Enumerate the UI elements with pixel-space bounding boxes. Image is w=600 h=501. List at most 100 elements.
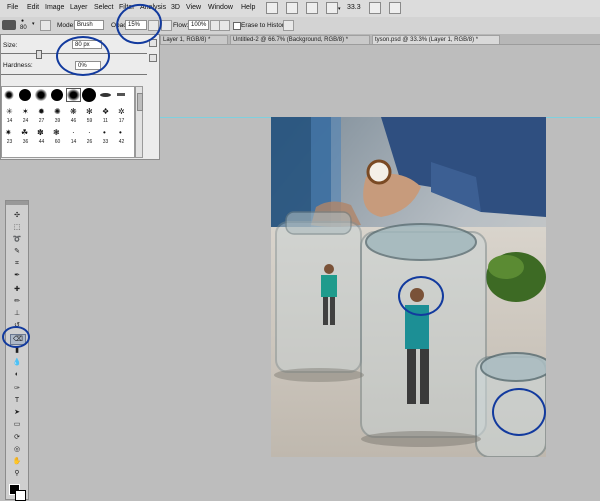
- brush-size-label: 44: [38, 139, 45, 145]
- healing-brush-tool-icon[interactable]: ✚: [10, 285, 24, 294]
- annotation-circle-size: [56, 36, 110, 76]
- brush-size-label: 27: [38, 118, 45, 124]
- clone-stamp-tool-icon[interactable]: ⊥: [10, 309, 24, 318]
- brush-preset-19[interactable]: ✽: [34, 125, 49, 139]
- tablet-pressure-icon[interactable]: [283, 20, 294, 31]
- brush-size-label: 14: [70, 139, 77, 145]
- screen-mode-icon[interactable]: [389, 2, 401, 14]
- zoom-level[interactable]: 33.3: [347, 4, 361, 11]
- brush-preset-23[interactable]: •: [98, 125, 113, 139]
- lasso-tool-icon[interactable]: ➰: [10, 235, 24, 244]
- brush-preset-17[interactable]: ✷: [2, 125, 17, 139]
- flow-field[interactable]: 100%: [188, 20, 209, 30]
- guides-icon[interactable]: [306, 2, 318, 14]
- brush-preset-2[interactable]: [18, 88, 33, 102]
- mini-bridge-icon[interactable]: [286, 2, 298, 14]
- brush-preset-22[interactable]: ·: [82, 125, 97, 139]
- brush-preset-selected[interactable]: [66, 88, 81, 102]
- menu-file[interactable]: File: [7, 4, 18, 11]
- menu-layer[interactable]: Layer: [70, 4, 88, 11]
- brush-preset-11[interactable]: ✹: [34, 104, 49, 118]
- brush-grid-scrollbar[interactable]: [135, 86, 143, 158]
- quick-select-tool-icon[interactable]: ✎: [10, 247, 24, 256]
- annotation-circle-head: [398, 276, 444, 316]
- brush-dot-icon: ●: [21, 18, 25, 24]
- blur-tool-icon[interactable]: 💧: [10, 358, 24, 367]
- brush-preset-12[interactable]: ✺: [50, 104, 65, 118]
- menu-view[interactable]: View: [186, 4, 201, 11]
- chevron-down-icon[interactable]: ▾: [32, 21, 35, 27]
- menu-edit[interactable]: Edit: [27, 4, 39, 11]
- brush-size-label: 17: [118, 118, 125, 124]
- brush-preset-3[interactable]: [34, 88, 49, 102]
- brush-size-label: 24: [22, 118, 29, 124]
- brush-preset-10[interactable]: ✶: [18, 104, 33, 118]
- brush-size-label: 11: [102, 118, 109, 124]
- brush-preset-7[interactable]: [98, 88, 113, 102]
- arrange-documents-icon[interactable]: [369, 2, 381, 14]
- new-preset-icon[interactable]: [149, 54, 157, 62]
- menu-window[interactable]: Window: [208, 4, 233, 11]
- size-slider-thumb[interactable]: [36, 50, 42, 59]
- hand-tool-icon[interactable]: ✋: [10, 457, 24, 466]
- airbrush-icon[interactable]: [219, 20, 230, 31]
- brush-preset-18[interactable]: ☘: [18, 125, 33, 139]
- brush-preset-24[interactable]: •: [114, 125, 129, 139]
- brush-preset-9[interactable]: ✳: [2, 104, 17, 118]
- brush-preset-20[interactable]: ❃: [50, 125, 65, 139]
- 3d-rotate-tool-icon[interactable]: ⟳: [10, 433, 24, 442]
- brush-panel-toggle-icon[interactable]: [40, 20, 51, 31]
- hand-tool-icon[interactable]: [326, 2, 338, 14]
- type-tool-icon[interactable]: T: [10, 396, 24, 405]
- brush-preset-16[interactable]: ✲: [114, 104, 129, 118]
- annotation-circle-jar: [492, 388, 546, 436]
- brush-preset-1[interactable]: [2, 88, 17, 102]
- tab-layer-1[interactable]: Layer 1, RGB/8) *: [160, 35, 228, 44]
- brush-size-readout[interactable]: 80: [20, 25, 27, 31]
- menu-bar: File Edit Image Layer Select Filter Anal…: [0, 0, 600, 18]
- crop-tool-icon[interactable]: ⌗: [10, 259, 24, 268]
- shape-tool-icon[interactable]: ▭: [10, 420, 24, 429]
- eyedropper-tool-icon[interactable]: ✒: [10, 271, 24, 280]
- dodge-tool-icon[interactable]: ◐: [10, 370, 24, 379]
- annotation-circle-eraser: [2, 326, 30, 348]
- brush-preset-15[interactable]: ❖: [98, 104, 113, 118]
- brush-preset-6[interactable]: [82, 88, 97, 102]
- menu-3d[interactable]: 3D: [171, 4, 180, 11]
- move-tool-icon[interactable]: ✣: [10, 211, 24, 220]
- scrollbar-thumb[interactable]: [137, 93, 143, 111]
- menu-select[interactable]: Select: [94, 4, 113, 11]
- erase-to-history-checkbox[interactable]: [233, 22, 241, 30]
- chevron-down-icon[interactable]: ▾: [338, 6, 341, 12]
- marquee-tool-icon[interactable]: ⬚: [10, 223, 24, 232]
- brush-preset-4[interactable]: [50, 88, 65, 102]
- menu-image[interactable]: Image: [45, 4, 64, 11]
- background-color-swatch[interactable]: [15, 490, 26, 501]
- brush-tool-icon[interactable]: ✏: [10, 297, 24, 306]
- pen-tool-icon[interactable]: ✑: [10, 384, 24, 393]
- toolbox-header[interactable]: [6, 201, 28, 205]
- hardness-label: Hardness:: [3, 62, 33, 69]
- path-selection-tool-icon[interactable]: ➤: [10, 408, 24, 417]
- menu-help[interactable]: Help: [241, 4, 255, 11]
- tab-untitled-2[interactable]: Untitled-2 @ 66.7% (Background, RGB/8) *: [230, 35, 370, 44]
- zoom-tool-icon[interactable]: ⚲: [10, 469, 24, 478]
- brush-size-label: 36: [22, 139, 29, 145]
- tool-options-bar: ● 80 ▾ Mode: Brush Opacity: 15% Flow: 10…: [0, 17, 600, 35]
- bridge-icon[interactable]: [266, 2, 278, 14]
- brush-preset-icon[interactable]: [2, 20, 16, 30]
- brush-size-label: 39: [54, 118, 61, 124]
- brush-preset-21[interactable]: ·: [66, 125, 81, 139]
- erase-to-history-label: Erase to History: [241, 22, 288, 29]
- brush-size-label: 26: [86, 139, 93, 145]
- mode-select[interactable]: Brush: [74, 20, 104, 30]
- tab-tyson[interactable]: tyson.psd @ 33.3% (Layer 1, RGB/8) *: [372, 35, 500, 44]
- brush-preset-8[interactable]: [114, 88, 129, 102]
- brush-size-label: 42: [118, 139, 125, 145]
- brush-preset-14[interactable]: ✻: [82, 104, 97, 118]
- brush-size-label: 33: [102, 139, 109, 145]
- brush-preset-13[interactable]: ❋: [66, 104, 81, 118]
- tools-panel: ✣ ⬚ ➰ ✎ ⌗ ✒ ✚ ✏ ⊥ ↺ ⌫ ▮ 💧 ◐ ✑ T ➤ ▭ ⟳ ◎ …: [5, 200, 29, 501]
- airbrush-pressure-icon[interactable]: [161, 20, 172, 31]
- 3d-orbit-tool-icon[interactable]: ◎: [10, 445, 24, 454]
